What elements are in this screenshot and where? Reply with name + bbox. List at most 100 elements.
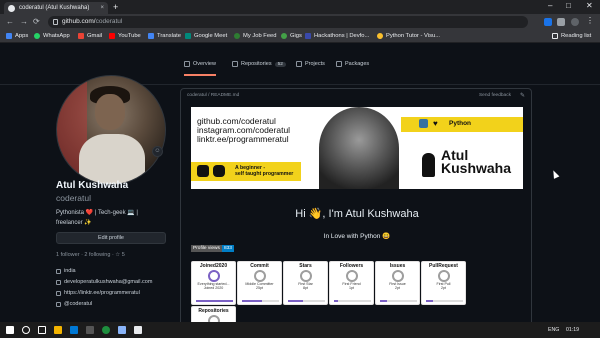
trophy-card: Stars First Star 8pt — [283, 261, 328, 305]
store-icon[interactable] — [70, 326, 78, 334]
trophy-title: Joined2020 — [199, 263, 228, 269]
gigs-icon — [281, 33, 287, 39]
trophy-card: Followers First Friend 1pt — [329, 261, 374, 305]
banner-links: github.com/coderatul instagram.com/coder… — [197, 116, 291, 144]
banner-name: Atul Kushwaha — [441, 147, 512, 176]
trophy-progress — [196, 300, 233, 302]
trophy-progress — [380, 300, 417, 302]
extension-icon[interactable] — [544, 18, 552, 26]
trophy-progress — [426, 300, 463, 302]
menu-icon[interactable]: ⋮ — [586, 16, 594, 25]
trophy-points: 2pt — [441, 286, 446, 290]
avatar — [56, 75, 166, 185]
tab-projects[interactable]: Projects — [296, 61, 325, 67]
trophy-title: Issues — [389, 263, 406, 269]
bookmark-whatsapp[interactable]: WhatsApp — [34, 33, 70, 39]
tab-packages[interactable]: Packages — [336, 61, 369, 67]
readme-header: coderatul / README.md Send feedback ✎ — [181, 89, 531, 103]
apps-icon — [6, 33, 12, 39]
trophy-title: Stars — [299, 263, 312, 269]
set-status-button[interactable]: ☺ — [152, 146, 163, 157]
trophy-progress — [242, 300, 279, 302]
forward-button[interactable]: → — [20, 17, 28, 26]
url-path: coderatul — [95, 18, 123, 25]
location: india — [56, 268, 76, 274]
reading-list[interactable]: Reading list — [552, 33, 591, 39]
bookmark-gigs[interactable]: Gigs — [281, 33, 302, 39]
tab-overview[interactable]: Overview — [184, 61, 216, 76]
edit-profile-button[interactable]: Edit profile — [56, 232, 166, 244]
banner-portrait — [319, 107, 399, 189]
bookmark-translate[interactable]: Translate — [148, 33, 181, 39]
bookmark-job-feed[interactable]: My Job Feed — [234, 33, 277, 39]
job-feed-icon — [234, 33, 240, 39]
trophy-card: Issues First Issue 2pt — [375, 261, 420, 305]
python-logo-icon — [419, 119, 428, 128]
bookmark-gmail[interactable]: Gmail — [78, 33, 102, 39]
reading-list-icon — [552, 33, 558, 39]
google-meet-icon — [185, 33, 191, 39]
file-explorer-icon[interactable] — [54, 326, 62, 334]
follow-stats[interactable]: 1 follower · 2 following · ☆ 5 — [56, 252, 125, 258]
app-icon[interactable] — [86, 326, 94, 334]
readme-banner: github.com/coderatul instagram.com/coder… — [191, 107, 523, 189]
profile-name: Atul Kushwaha — [56, 180, 129, 191]
puzzle-icon[interactable] — [557, 18, 565, 26]
bookmark-python-tutor[interactable]: Python Tutor - Visu... — [377, 33, 440, 39]
minimize-button[interactable]: – — [548, 1, 552, 10]
bookmark-apps[interactable]: Apps — [6, 33, 28, 39]
close-window-button[interactable]: ✕ — [586, 1, 593, 10]
pencil-icon[interactable]: ✎ — [520, 92, 525, 99]
tab-close-icon[interactable]: × — [100, 5, 104, 11]
github-logo-icon — [197, 165, 209, 177]
email-link[interactable]: developeratulkushwaha@gmail.com — [56, 279, 152, 285]
trophy-points: 25pt — [256, 286, 263, 290]
trophy-icon — [299, 270, 312, 282]
tab-repositories[interactable]: Repositories 52 — [232, 61, 286, 67]
readme-love-line: In Love with Python 😃 — [323, 233, 391, 240]
browser-tab[interactable]: coderatul (Atul Kushwaha) × — [4, 2, 108, 14]
windows-start-icon[interactable] — [6, 326, 14, 334]
mouse-cursor — [550, 169, 560, 179]
trophy-progress — [288, 300, 325, 302]
readme-path[interactable]: coderatul / README.md — [187, 93, 239, 98]
new-tab-button[interactable]: + — [113, 2, 118, 12]
website-link[interactable]: https://linktr.ee/programmeratul — [56, 290, 140, 296]
bookmark-google-meet[interactable]: Google Meet — [185, 33, 227, 39]
back-button[interactable]: ← — [6, 17, 14, 26]
windows-taskbar: ENG 01:19 — [0, 322, 600, 338]
language-indicator[interactable]: ENG — [548, 327, 559, 333]
banner-tagline: A beginner - self taught programmer — [235, 165, 294, 177]
readme-greeting: Hi 👋, I'm Atul Kushwaha — [295, 208, 419, 220]
clock[interactable]: 01:19 — [566, 327, 579, 333]
url-input[interactable]: github.com/coderatul — [48, 16, 528, 28]
gmail-icon — [78, 33, 84, 39]
heart-icon: ♥ — [433, 119, 438, 128]
bookmark-hackathons[interactable]: Hackathons | Devfo... — [305, 33, 369, 39]
app-icon-3[interactable] — [134, 326, 142, 334]
trophy-points: 8pt — [303, 286, 308, 290]
task-view-icon[interactable] — [38, 326, 46, 334]
repo-icon — [232, 61, 238, 67]
profile-icon[interactable] — [571, 18, 579, 26]
trophy-title: Repositories — [198, 308, 229, 314]
repo-count-badge: 52 — [274, 61, 286, 67]
trophy-progress — [334, 300, 371, 302]
bookmark-youtube[interactable]: YouTube — [109, 33, 141, 39]
reload-button[interactable]: ⟳ — [33, 17, 40, 26]
search-icon[interactable] — [22, 326, 30, 334]
trophy-icon — [437, 270, 450, 282]
whatsapp-icon — [34, 33, 40, 39]
maximize-button[interactable]: □ — [566, 1, 571, 10]
trophy-points: 2pt — [395, 286, 400, 290]
trophy-icon — [253, 270, 266, 282]
translate-icon — [148, 33, 154, 39]
send-feedback-link[interactable]: Send feedback — [479, 93, 511, 98]
lock-icon — [53, 19, 58, 25]
book-icon — [184, 61, 190, 67]
trophy-points: 1pt — [349, 286, 354, 290]
app-icon-2[interactable] — [118, 326, 126, 334]
trophy-title: Followers — [339, 263, 364, 269]
twitter-link[interactable]: @coderatul — [56, 301, 92, 307]
chrome-icon[interactable] — [102, 326, 110, 334]
